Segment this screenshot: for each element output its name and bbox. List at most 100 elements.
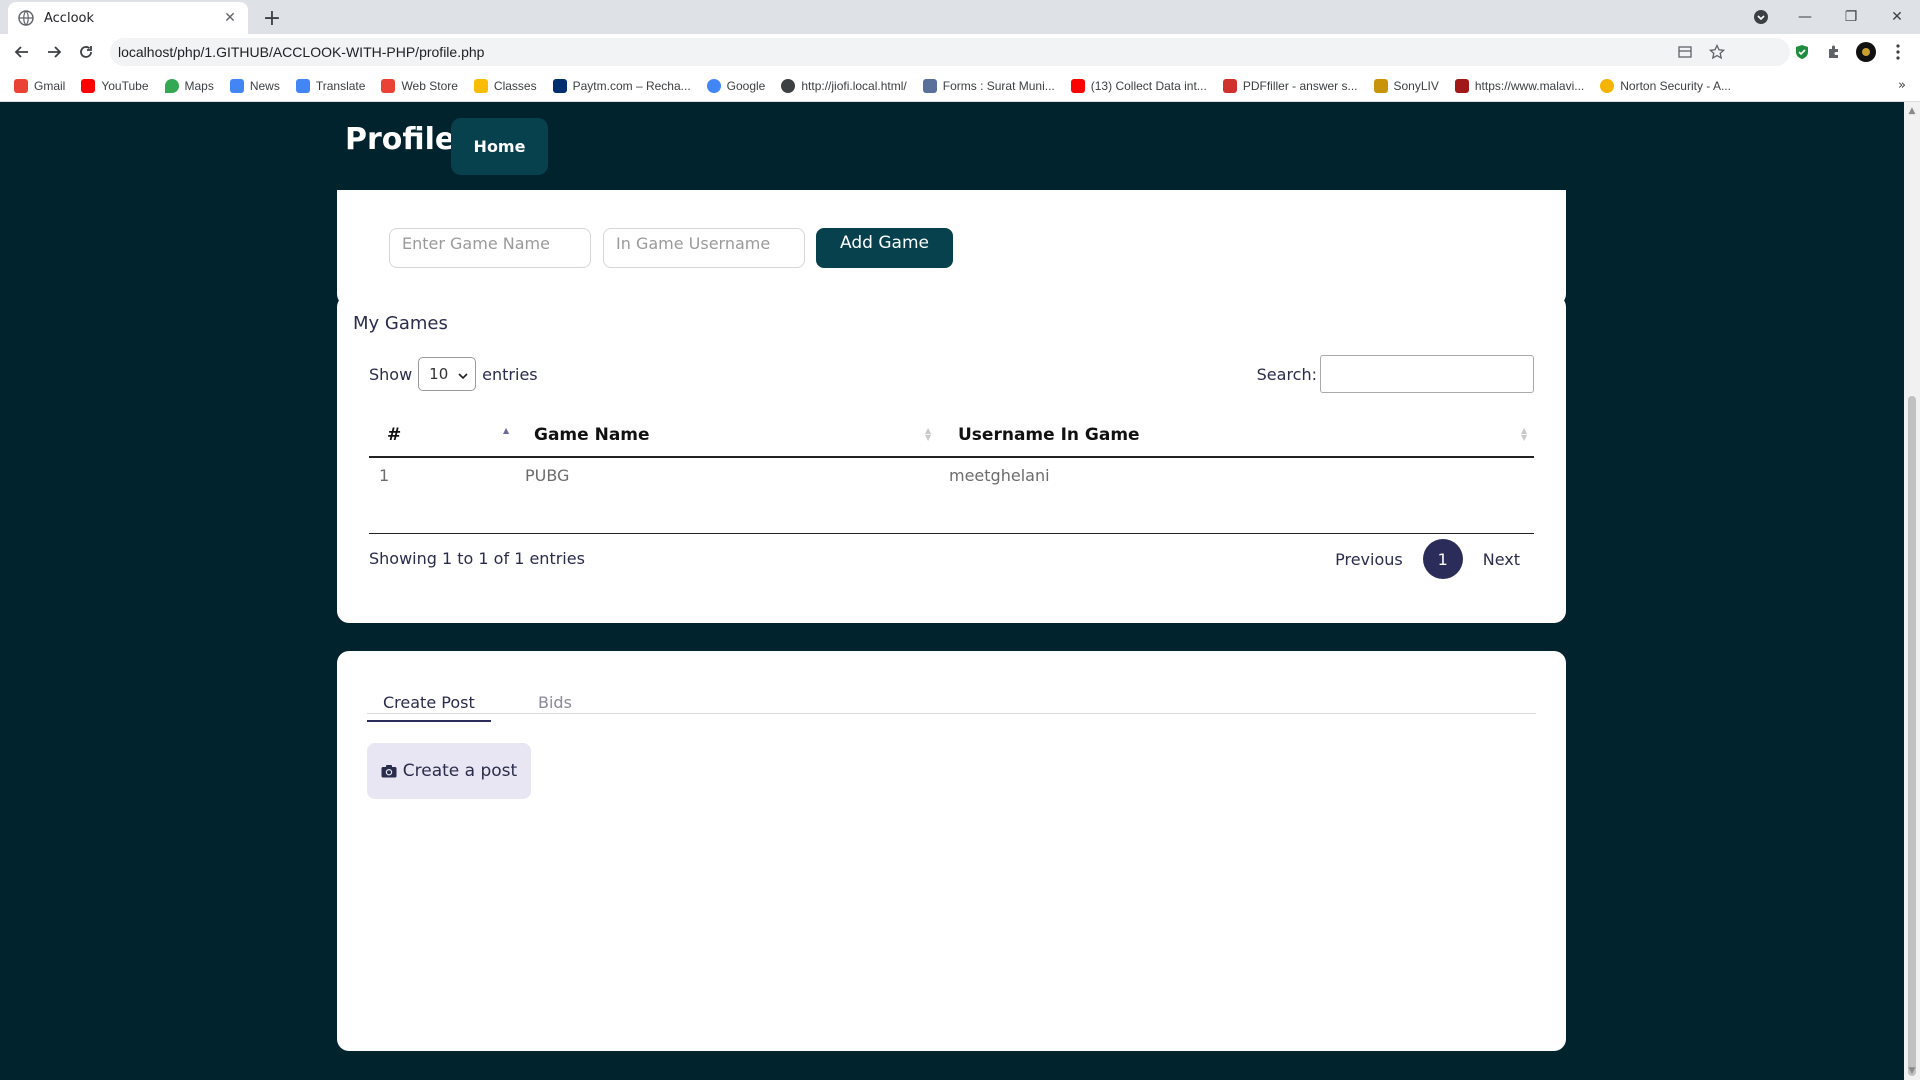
bookmark-classes[interactable]: Classes (473, 78, 537, 93)
bookmark-label: Forms : Surat Muni... (942, 78, 1055, 93)
bookmark-label: http://jiofi.local.html/ (801, 78, 907, 93)
bookmark-label: News (249, 78, 280, 93)
table-header: # ▲ Game Name ▲ ▼ Username In Game ▲ ▼ (369, 415, 1534, 458)
bookmark-sonyliv[interactable]: SonyLIV (1373, 78, 1439, 93)
bookmark-norton[interactable]: Norton Security - A... (1600, 78, 1731, 93)
bookmark-label: Gmail (34, 78, 66, 93)
sort-ascending-icon[interactable]: ▲ (503, 427, 511, 435)
table-footer-divider (369, 533, 1534, 534)
new-tab-button[interactable]: + (258, 4, 286, 32)
bookmark-gmail[interactable]: Gmail (14, 78, 66, 93)
tab-search-icon[interactable] (1750, 6, 1772, 28)
forward-arrow-icon[interactable] (40, 38, 68, 66)
search-label: Search: (1256, 364, 1317, 384)
posts-tabs: Create Post Bids (367, 685, 1536, 722)
column-header-username[interactable]: Username In Game (958, 425, 1140, 445)
create-post-button[interactable]: Create a post (367, 743, 531, 799)
globe-icon (18, 10, 34, 26)
tab-create-post[interactable]: Create Post (367, 693, 491, 722)
table-info: Showing 1 to 1 of 1 entries (369, 549, 585, 568)
malavi-icon (1454, 78, 1469, 93)
page-scrollbar[interactable]: ▲ ▼ (1904, 102, 1920, 1080)
cell-game-name: PUBG (525, 466, 570, 485)
reload-icon[interactable] (72, 38, 100, 66)
forms-icon (922, 78, 937, 93)
column-header-game-name[interactable]: Game Name (534, 425, 650, 445)
bookmark-label: Norton Security - A... (1620, 78, 1731, 93)
bookmark-jiofi[interactable]: http://jiofi.local.html/ (781, 78, 907, 93)
bookmark-youtube[interactable]: YouTube (81, 78, 149, 93)
classes-icon (473, 78, 488, 93)
previous-button[interactable]: Previous (1321, 550, 1417, 569)
url-text: localhost/php/1.GITHUB/ACCLOOK-WITH-PHP/… (118, 44, 485, 60)
bookmark-maps[interactable]: Maps (164, 78, 214, 93)
table-row: 1 PUBG meetghelani (369, 458, 1534, 498)
chevron-down-icon (458, 365, 468, 383)
bookmark-pdffiller[interactable]: PDFfiller - answer s... (1222, 78, 1358, 93)
browser-tab[interactable]: Acclook ✕ (8, 2, 248, 34)
youtube-icon (81, 78, 96, 93)
cell-username: meetghelani (949, 466, 1050, 485)
bookmarks-overflow-icon[interactable]: » (1898, 78, 1906, 93)
bookmark-forms[interactable]: Forms : Surat Muni... (922, 78, 1055, 93)
search-input[interactable] (1320, 355, 1534, 393)
norton-check-icon (1600, 78, 1615, 93)
browser-menu-icon[interactable] (1888, 42, 1908, 62)
profile-avatar-icon[interactable] (1856, 42, 1876, 62)
address-bar[interactable]: localhost/php/1.GITHUB/ACCLOOK-WITH-PHP/… (110, 38, 1790, 308)
bookmark-label: (13) Collect Data int... (1090, 78, 1207, 93)
tab-bids[interactable]: Bids (538, 693, 572, 722)
youtube-icon (1070, 78, 1085, 93)
bookmark-label: https://www.malavi... (1474, 78, 1585, 93)
bookmark-collect-data[interactable]: (13) Collect Data int... (1070, 78, 1207, 93)
bookmark-label: Translate (315, 78, 366, 93)
extensions-puzzle-icon[interactable] (1824, 42, 1844, 62)
bookmark-label: SonyLIV (1393, 78, 1439, 93)
page-viewport: Enter Game Name In Game Username Add Gam… (0, 102, 1904, 1080)
scrollbar-thumb[interactable] (1908, 396, 1916, 1076)
camera-icon (381, 764, 397, 778)
entries-label: entries (482, 364, 538, 384)
page-layout-icon[interactable] (1676, 43, 1694, 61)
bookmark-google[interactable]: Google (706, 78, 766, 93)
close-tab-icon[interactable]: ✕ (222, 10, 238, 26)
bookmark-star-icon[interactable] (1708, 43, 1726, 61)
bookmark-label: Google (726, 78, 766, 93)
minimize-icon[interactable]: — (1782, 0, 1828, 34)
bookmark-label: Classes (493, 78, 537, 93)
add-game-button[interactable]: Add Game (816, 228, 953, 268)
globe-icon (781, 78, 796, 93)
browser-tab-strip: Acclook ✕ + — ❐ ✕ (0, 0, 1920, 34)
window-close-icon[interactable]: ✕ (1874, 0, 1920, 34)
maps-pin-icon (164, 78, 179, 93)
bookmark-paytm[interactable]: Paytm.com – Recha... (552, 78, 691, 93)
bookmarks-bar: Gmail YouTube Maps News Translate Web St… (0, 70, 1920, 102)
scroll-up-arrow-icon[interactable]: ▲ (1907, 106, 1917, 116)
create-post-label: Create a post (402, 761, 518, 781)
page-size-select[interactable]: 10 (418, 357, 477, 391)
bookmark-label: Maps (184, 78, 214, 93)
bookmark-news[interactable]: News (229, 78, 280, 93)
restore-icon[interactable]: ❐ (1828, 0, 1874, 34)
next-button[interactable]: Next (1469, 550, 1534, 569)
bookmark-web-store[interactable]: Web Store (381, 78, 458, 93)
home-button[interactable]: Home (451, 118, 548, 175)
shield-extension-icon[interactable] (1792, 42, 1812, 62)
scroll-down-arrow-icon[interactable]: ▼ (1907, 1066, 1917, 1076)
game-name-input[interactable]: Enter Game Name (389, 228, 591, 268)
column-header-index[interactable]: # (387, 425, 401, 445)
sort-icon[interactable]: ▲ ▼ (925, 427, 933, 442)
pdffiller-icon (1222, 78, 1237, 93)
page-button-current[interactable]: 1 (1422, 539, 1463, 579)
bookmark-label: PDFfiller - answer s... (1242, 78, 1358, 93)
back-arrow-icon[interactable] (8, 38, 36, 66)
sonyliv-icon (1373, 78, 1388, 93)
sort-icon[interactable]: ▲ ▼ (1521, 427, 1529, 442)
google-icon (706, 78, 721, 93)
table-search: Search: (1257, 355, 1534, 393)
page-size-control: Show 10 entries (369, 357, 538, 391)
bookmark-label: Paytm.com – Recha... (572, 78, 691, 93)
game-username-input[interactable]: In Game Username (603, 228, 805, 268)
bookmark-malavi[interactable]: https://www.malavi... (1454, 78, 1585, 93)
bookmark-translate[interactable]: Translate (295, 78, 366, 93)
